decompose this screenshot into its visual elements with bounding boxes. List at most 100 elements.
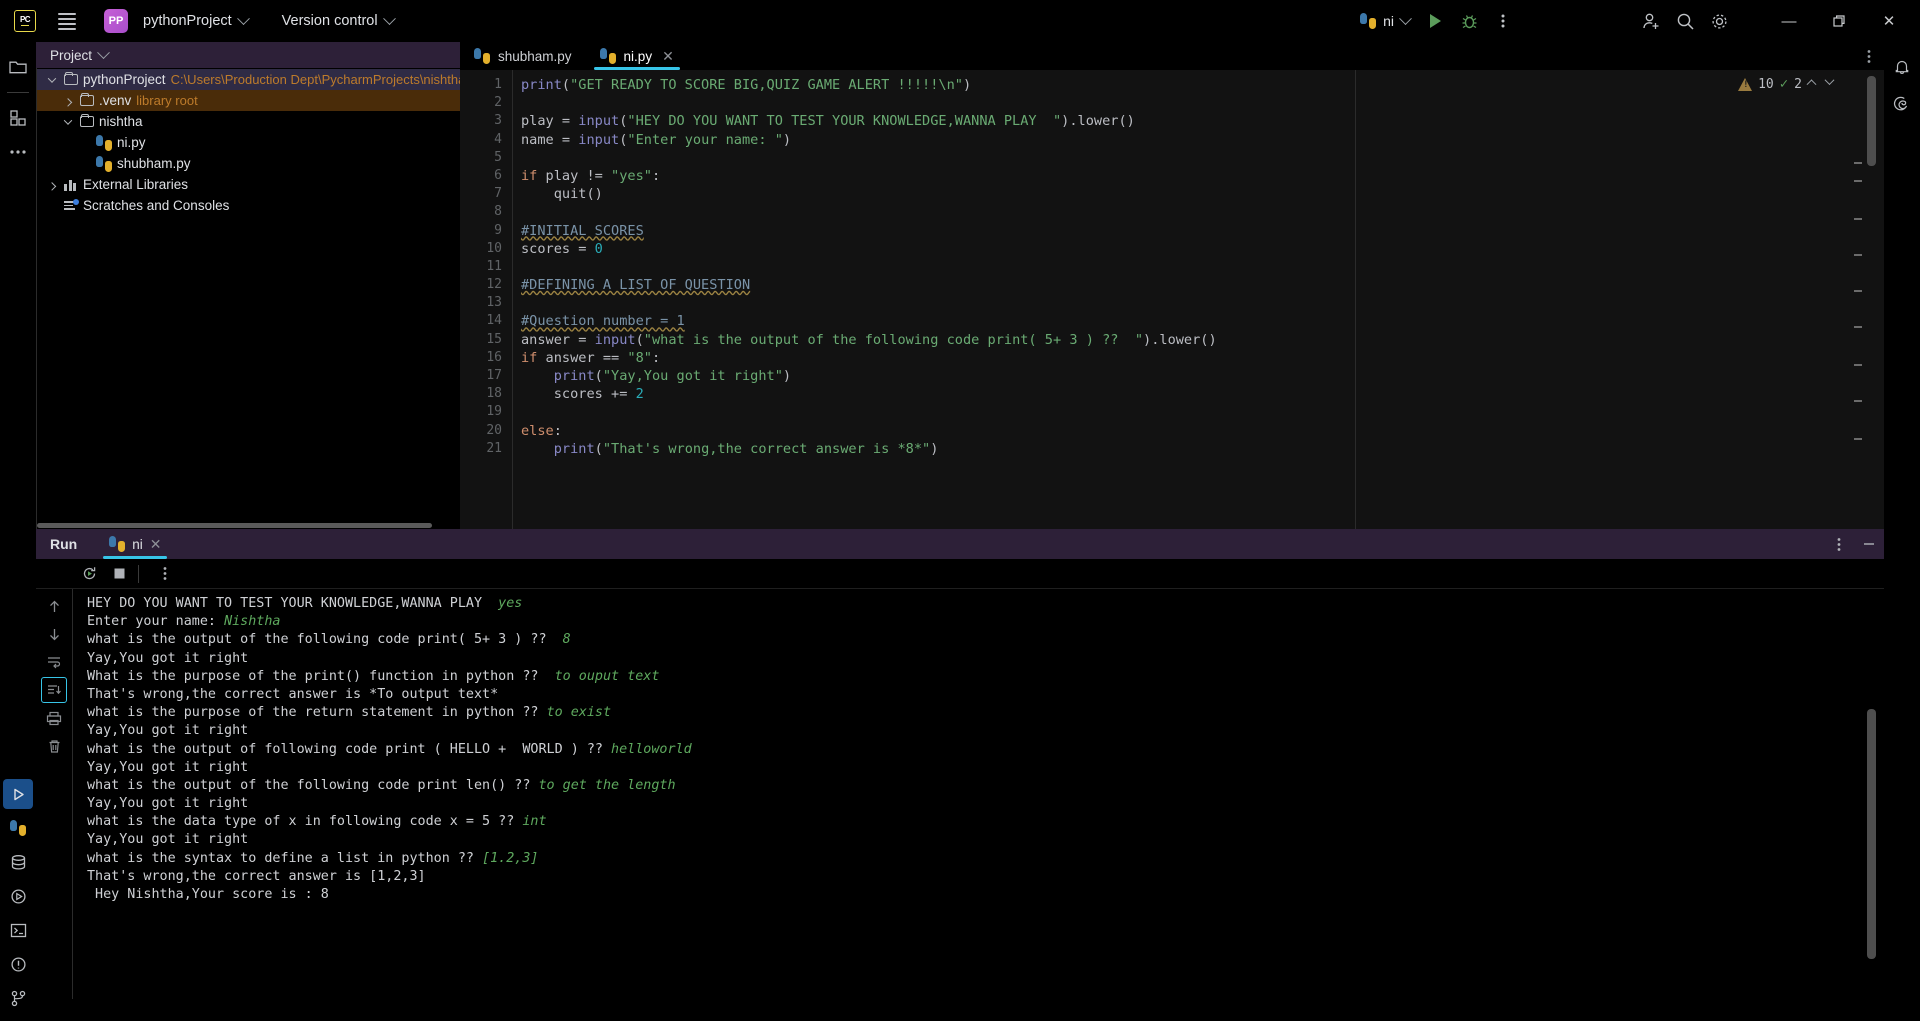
code-line[interactable] <box>513 149 1884 167</box>
code-line[interactable]: #INITIAL SCORES <box>513 222 1884 240</box>
code-token: if <box>521 349 538 366</box>
run-configuration-selector[interactable]: ni <box>1354 9 1416 33</box>
search-icon[interactable] <box>1670 6 1700 36</box>
editor-tab[interactable]: ni.py ✕ <box>585 42 688 70</box>
console-output[interactable]: HEY DO YOU WANT TO TEST YOUR KNOWLEDGE,W… <box>72 589 1884 999</box>
add-user-icon[interactable] <box>1636 6 1666 36</box>
chevron-closed-icon[interactable] <box>45 178 59 192</box>
close-icon[interactable]: ✕ <box>150 536 162 553</box>
scroll-to-end-icon[interactable] <box>41 677 67 703</box>
editor-vertical-scrollbar[interactable] <box>1867 76 1876 166</box>
tree-item[interactable]: ni.py <box>37 132 460 153</box>
code-line[interactable] <box>513 94 1884 112</box>
chevron-closed-icon[interactable] <box>61 94 75 108</box>
sidebar-item-terminal[interactable] <box>3 915 33 945</box>
project-selector[interactable]: PP pythonProject <box>84 5 254 37</box>
code-line[interactable]: scores += 2 <box>513 385 1884 403</box>
rerun-icon[interactable] <box>76 562 102 586</box>
code-line[interactable]: else: <box>513 422 1884 440</box>
debug-button[interactable] <box>1454 6 1484 36</box>
code-line[interactable] <box>513 258 1884 276</box>
sidebar-item-version-control[interactable] <box>3 983 33 1013</box>
sidebar-item-structure[interactable] <box>3 103 33 133</box>
soft-wrap-icon[interactable] <box>41 649 67 675</box>
top-region: Project pythonProject C:\Users\Production… <box>36 42 1884 529</box>
more-options-icon[interactable] <box>1488 6 1518 36</box>
version-control-menu[interactable]: Version control <box>258 9 400 33</box>
sidebar-item-more[interactable] <box>3 137 33 167</box>
editor-tab[interactable]: shubham.py <box>460 42 586 70</box>
code-line[interactable] <box>513 203 1884 221</box>
code-line[interactable]: quit() <box>513 185 1884 203</box>
window-close-button[interactable]: ✕ <box>1866 0 1912 42</box>
tree-item[interactable]: nishtha <box>37 111 460 132</box>
code-line[interactable] <box>513 294 1884 312</box>
code-line[interactable]: if answer == "8": <box>513 349 1884 367</box>
editor-tabs-more-icon[interactable] <box>1854 42 1884 70</box>
project-panel-header[interactable]: Project <box>36 42 460 68</box>
code-token: ( <box>594 368 603 384</box>
tabs-spacer <box>688 42 1854 70</box>
sidebar-item-run[interactable] <box>3 779 33 809</box>
code-line[interactable]: if play != "yes": <box>513 167 1884 185</box>
run-button[interactable] <box>1420 6 1450 36</box>
run-panel-options-icon[interactable] <box>1824 529 1854 559</box>
tree-item[interactable]: shubham.py <box>37 153 460 174</box>
inspection-widget[interactable]: 10 ✓ 2 <box>1738 75 1838 92</box>
chevron-down-icon[interactable] <box>1824 75 1838 90</box>
sidebar-item-database[interactable] <box>3 847 33 877</box>
scroll-up-icon[interactable] <box>41 593 67 619</box>
code-line[interactable]: print("That's wrong,the correct answer i… <box>513 440 1884 458</box>
scroll-down-icon[interactable] <box>41 621 67 647</box>
run-more-options-icon[interactable] <box>152 562 178 586</box>
run-panel-hide-icon[interactable] <box>1854 529 1884 559</box>
close-icon[interactable]: ✕ <box>662 48 674 65</box>
line-number: 19 <box>486 404 502 420</box>
code-token: ) <box>930 440 939 457</box>
chevron-open-icon[interactable] <box>61 115 75 129</box>
scratches-icon <box>64 198 79 212</box>
chevron-up-icon[interactable] <box>1806 78 1820 90</box>
console-line: what is the output of the following code… <box>87 631 1884 649</box>
project-horizontal-scrollbar[interactable] <box>36 522 460 529</box>
main-menu-icon[interactable] <box>54 8 80 34</box>
tree-item[interactable]: External Libraries <box>37 174 460 195</box>
window-maximize-button[interactable] <box>1816 0 1862 42</box>
code-line[interactable]: play = input("HEY DO YOU WANT TO TEST YO… <box>513 112 1884 130</box>
code-token: "That's wrong,the correct answer is *8*" <box>602 440 931 457</box>
code-line[interactable]: #DEFINING A LIST OF QUESTION <box>513 276 1884 294</box>
console-scrollbar[interactable] <box>1867 709 1876 959</box>
code-line[interactable]: print("Yay,You got it right") <box>513 367 1884 385</box>
console-prompt-text: what is the output of the following code… <box>87 777 539 793</box>
code-editor[interactable]: 1 2 3 4 5 6 7 8 9 10 11 12 13 14 15 16 17 18 19 20 21 print(… <box>460 70 1884 529</box>
code-token: ).lower() <box>1061 113 1135 130</box>
sidebar-item-problems[interactable] <box>3 949 33 979</box>
window-minimize-button[interactable]: — <box>1766 0 1812 42</box>
folder-icon <box>80 92 94 106</box>
run-tab-ni[interactable]: ni ✕ <box>99 529 171 559</box>
sidebar-item-python-packages[interactable] <box>3 813 33 843</box>
tree-item[interactable]: Scratches and Consoles <box>37 195 460 216</box>
sidebar-item-project[interactable] <box>3 52 33 82</box>
tree-item[interactable]: pythonProject C:\Users\Production Dept\Py… <box>37 69 460 90</box>
settings-gear-icon[interactable] <box>1704 6 1734 36</box>
project-tree[interactable]: pythonProject C:\Users\Production Dept\Py… <box>36 68 460 522</box>
ai-assistant-spiral-icon[interactable] <box>1887 88 1917 118</box>
clear-all-icon[interactable] <box>41 733 67 759</box>
code-line[interactable]: scores = 0 <box>513 240 1884 258</box>
code-content[interactable]: print("GET READY TO SCORE BIG,QUIZ GAME … <box>512 70 1884 529</box>
notifications-bell-icon[interactable] <box>1887 52 1917 82</box>
code-token: ( <box>594 440 603 457</box>
code-line[interactable]: print("GET READY TO SCORE BIG,QUIZ GAME … <box>513 76 1884 94</box>
code-line[interactable] <box>513 403 1884 421</box>
console-line: Yay,You got it right <box>87 722 1884 740</box>
sidebar-item-services[interactable] <box>3 881 33 911</box>
code-line[interactable]: #Question number = 1 <box>513 312 1884 330</box>
stop-icon[interactable] <box>106 562 132 586</box>
chevron-open-icon[interactable] <box>45 73 59 87</box>
code-line[interactable]: name = input("Enter your name: ") <box>513 131 1884 149</box>
run-tab-label: ni <box>132 536 143 552</box>
tree-item[interactable]: .venv library root <box>37 90 460 111</box>
code-line[interactable]: answer = input("what is the output of th… <box>513 331 1884 349</box>
print-icon[interactable] <box>41 705 67 731</box>
